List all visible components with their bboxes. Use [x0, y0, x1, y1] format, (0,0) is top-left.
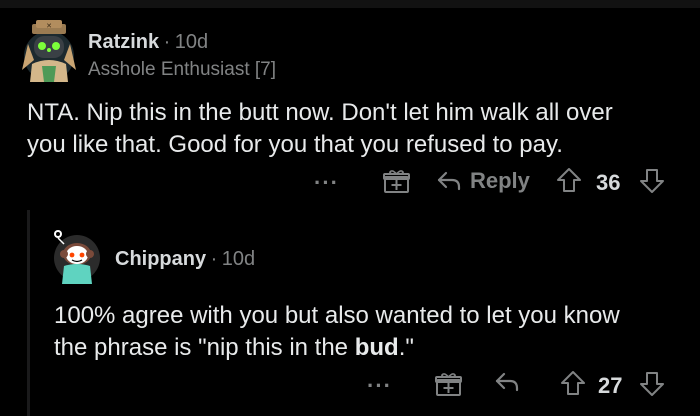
body-text-segment: the phrase is "nip this in the [54, 334, 355, 361]
svg-text:✕: ✕ [46, 22, 52, 30]
comment-age: 10d [221, 248, 256, 270]
upvote-button[interactable] [556, 167, 582, 193]
meta-separator: · [210, 248, 218, 270]
thread-line[interactable] [27, 210, 30, 416]
comment-body-line: NTA. Nip this in the butt now. Don't let… [27, 99, 613, 126]
comment-body-line: 100% agree with you but also wanted to l… [54, 302, 620, 329]
downvote-button[interactable] [639, 168, 665, 194]
upvote-icon [557, 168, 581, 192]
avatar[interactable]: ✕ [22, 20, 76, 82]
reply-button[interactable]: Reply [436, 168, 530, 194]
upvote-button[interactable] [560, 370, 586, 396]
reply-icon [437, 171, 461, 191]
downvote-icon [640, 372, 664, 396]
top-strip [0, 0, 700, 8]
body-text-bold: bud [354, 334, 399, 361]
author-name[interactable]: Chippany [115, 248, 206, 270]
snoo-avatar-icon [54, 230, 100, 284]
vote-score: 27 [598, 373, 623, 398]
reply-button[interactable] [494, 371, 520, 393]
downvote-icon [640, 169, 664, 193]
author-name[interactable]: Ratzink [88, 31, 159, 53]
comment-age: 10d [174, 31, 209, 53]
award-icon [383, 170, 410, 193]
user-flair: Asshole Enthusiast [7] [88, 59, 276, 80]
more-options-button[interactable]: ··· [367, 373, 392, 399]
robot-avatar-icon: ✕ [22, 20, 76, 82]
comment-body-line: you like that. Good for you that you ref… [27, 131, 563, 158]
avatar[interactable] [50, 224, 100, 286]
comment-body-line: the phrase is "nip this in the bud." [54, 332, 414, 364]
meta-separator: · [163, 31, 171, 53]
award-button[interactable] [383, 169, 410, 194]
more-icon: ··· [314, 170, 339, 195]
downvote-button[interactable] [639, 371, 665, 397]
reply-icon [495, 372, 519, 392]
award-button[interactable] [435, 372, 462, 397]
reply-label: Reply [470, 168, 530, 193]
body-text-segment: ." [398, 334, 414, 361]
award-icon [435, 373, 462, 396]
more-options-button[interactable]: ··· [314, 170, 339, 196]
upvote-icon [561, 371, 585, 395]
vote-score: 36 [596, 170, 621, 195]
more-icon: ··· [367, 373, 392, 398]
